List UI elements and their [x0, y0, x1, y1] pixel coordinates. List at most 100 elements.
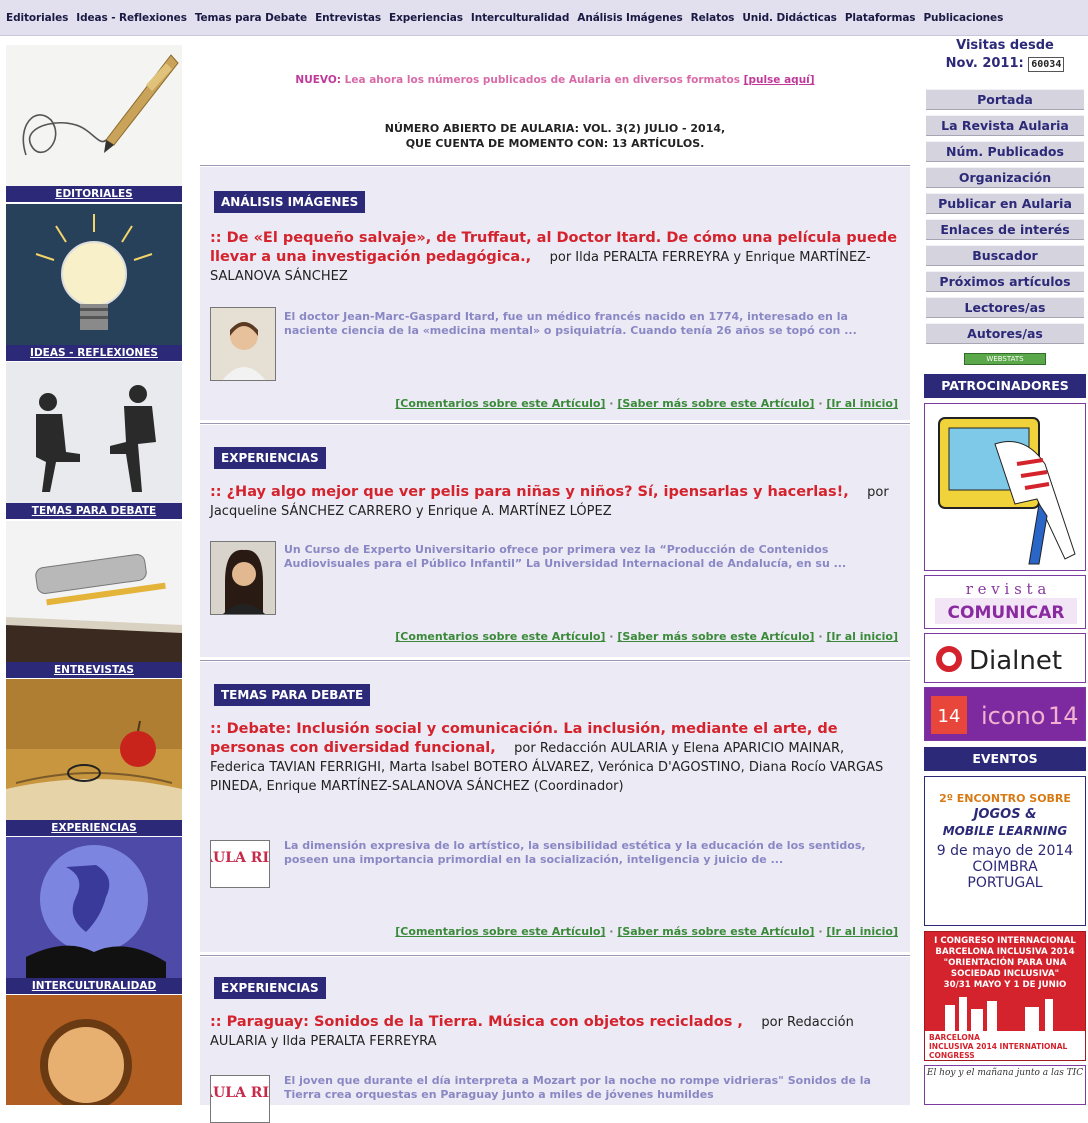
events-header: EVENTOS: [924, 747, 1086, 771]
globe-image: [6, 837, 182, 978]
article-card: TEMAS PARA DEBATE :: Debate: Inclusión s…: [200, 662, 910, 952]
back-to-top-link[interactable]: [Ir al inicio]: [826, 925, 898, 938]
back-to-top-link[interactable]: [Ir al inicio]: [826, 397, 898, 410]
event-barcelona[interactable]: I CONGRESO INTERNACIONAL BARCELONA INCLU…: [924, 931, 1086, 1061]
nav-relatos[interactable]: Relatos: [691, 12, 735, 24]
lightbulb-image: [6, 204, 182, 345]
more-info-link[interactable]: [Saber más sobre este Artículo]: [617, 397, 814, 410]
comments-link[interactable]: [Comentarios sobre este Artículo]: [395, 630, 605, 643]
promo-nuevo: NUEVO:: [295, 74, 341, 86]
left-item-label[interactable]: IDEAS - REFLEXIONES: [6, 345, 182, 361]
article-links: [Comentarios sobre este Artículo] · [Sab…: [395, 630, 898, 643]
issue-info: NÚMERO ABIERTO DE AULARIA: VOL. 3(2) JUL…: [200, 121, 910, 151]
books-apple-image: [6, 679, 182, 820]
article-card: EXPERIENCIAS :: Paraguay: Sonidos de la …: [200, 957, 910, 1123]
article-card: EXPERIENCIAS :: ¿Hay algo mejor que ver …: [200, 425, 910, 657]
icono14-sponsor[interactable]: 14 icono 14: [924, 687, 1086, 741]
left-item-entrevistas[interactable]: ENTREVISTAS: [6, 521, 182, 678]
article-category[interactable]: EXPERIENCIAS: [214, 447, 326, 469]
left-item-label[interactable]: EDITORIALES: [6, 186, 182, 202]
menu-publicar[interactable]: Publicar en Aularia: [926, 193, 1084, 214]
tv-child-sponsor[interactable]: [924, 403, 1086, 571]
svg-text:AULA RIA: AULA RIA: [211, 1085, 270, 1101]
menu-lectores[interactable]: Lectores/as: [926, 297, 1084, 318]
nav-experiencias[interactable]: Experiencias: [389, 12, 463, 24]
article-summary: El doctor Jean-Marc-Gaspard Itard, fue u…: [284, 310, 857, 337]
article-title[interactable]: :: Debate: Inclusión social y comunicaci…: [210, 720, 900, 796]
divider: [200, 660, 910, 661]
event-tic[interactable]: El hoy y el mañana junto a las TIC: [924, 1065, 1086, 1105]
magnifier-image: [6, 995, 182, 1105]
article-category[interactable]: TEMAS PARA DEBATE: [214, 684, 371, 706]
debate-image: [6, 362, 182, 503]
menu-organizacion[interactable]: Organización: [926, 167, 1084, 188]
nav-editoriales[interactable]: Editoriales: [6, 12, 68, 24]
left-item-temas[interactable]: TEMAS PARA DEBATE: [6, 362, 182, 519]
article-title[interactable]: :: Paraguay: Sonidos de la Tierra. Músic…: [210, 1013, 900, 1051]
more-info-link[interactable]: [Saber más sobre este Artículo]: [617, 925, 814, 938]
back-to-top-link[interactable]: [Ir al inicio]: [826, 630, 898, 643]
left-item-label[interactable]: ENTREVISTAS: [6, 662, 182, 678]
issue-line-1: NÚMERO ABIERTO DE AULARIA: VOL. 3(2) JUL…: [384, 122, 726, 135]
aularia-logo: AULA RIA: [210, 1075, 270, 1123]
nav-interculturalidad[interactable]: Interculturalidad: [471, 12, 569, 24]
svg-text:Dialnet: Dialnet: [969, 646, 1062, 676]
aularia-logo: AULA RIA: [210, 840, 270, 888]
menu-proximos[interactable]: Próximos artículos: [926, 271, 1084, 292]
menu-buscador[interactable]: Buscador: [926, 245, 1084, 266]
author-photo: [210, 541, 276, 615]
article-title[interactable]: :: ¿Hay algo mejor que ver pelis para ni…: [210, 483, 900, 521]
menu-autores[interactable]: Autores/as: [926, 323, 1084, 344]
comments-link[interactable]: [Comentarios sobre este Artículo]: [395, 397, 605, 410]
main-content: NUEVO: Lea ahora los números publicados …: [200, 37, 910, 1123]
nav-analisis-imagenes[interactable]: Análisis Imágenes: [577, 12, 682, 24]
nav-plataformas[interactable]: Plataformas: [845, 12, 916, 24]
left-item-label[interactable]: EXPERIENCIAS: [6, 820, 182, 836]
article-category[interactable]: EXPERIENCIAS: [214, 977, 326, 999]
nav-unid-didacticas[interactable]: Unid. Didácticas: [742, 12, 837, 24]
svg-text:icono: icono: [981, 702, 1045, 730]
more-info-link[interactable]: [Saber más sobre este Artículo]: [617, 630, 814, 643]
menu-enlaces[interactable]: Enlaces de interés: [926, 219, 1084, 240]
left-item-interculturalidad[interactable]: INTERCULTURALIDAD: [6, 837, 182, 994]
webstats-badge[interactable]: WEBSTATS: [964, 353, 1046, 365]
nav-ideas-reflexiones[interactable]: Ideas - Reflexiones: [76, 12, 187, 24]
recorder-image: [6, 521, 182, 662]
menu-revista[interactable]: La Revista Aularia: [926, 115, 1084, 136]
issue-line-2: QUE CUENTA DE MOMENTO CON: 13 ARTÍCULOS.: [405, 137, 705, 150]
left-item-magnifier[interactable]: [6, 995, 182, 1105]
svg-text:14: 14: [1048, 702, 1079, 730]
right-sidebar: Visitas desde Nov. 2011: 60034 Portada L…: [922, 37, 1088, 1105]
svg-text:14: 14: [938, 706, 961, 727]
comunicar-sponsor[interactable]: r e v i s t a COMUNICAR: [924, 575, 1086, 629]
nav-publicaciones[interactable]: Publicaciones: [923, 12, 1003, 24]
promo-link[interactable]: [pulse aquí]: [744, 74, 815, 86]
nav-temas-debate[interactable]: Temas para Debate: [195, 12, 307, 24]
left-sidebar: EDITORIALES IDEAS - REFLEXIONES TEMAS PA…: [0, 37, 190, 1105]
article-links: [Comentarios sobre este Artículo] · [Sab…: [395, 925, 898, 938]
svg-text:r e v i s t a: r e v i s t a: [966, 580, 1047, 598]
left-item-ideas[interactable]: IDEAS - REFLEXIONES: [6, 204, 182, 361]
svg-text:COMUNICAR: COMUNICAR: [948, 603, 1065, 623]
left-item-label[interactable]: INTERCULTURALIDAD: [6, 978, 182, 994]
menu-num-publicados[interactable]: Núm. Publicados: [926, 141, 1084, 162]
article-summary: El joven que durante el día interpreta a…: [284, 1074, 871, 1101]
divider: [200, 423, 910, 424]
left-item-experiencias[interactable]: EXPERIENCIAS: [6, 679, 182, 836]
left-item-label[interactable]: TEMAS PARA DEBATE: [6, 503, 182, 519]
menu-portada[interactable]: Portada: [926, 89, 1084, 110]
top-navigation: Editoriales Ideas - Reflexiones Temas pa…: [0, 0, 1088, 36]
nav-entrevistas[interactable]: Entrevistas: [315, 12, 381, 24]
visit-counter: Visitas desde Nov. 2011: 60034: [922, 37, 1088, 73]
sponsors-header: PATROCINADORES: [924, 374, 1086, 398]
dialnet-sponsor[interactable]: Dialnet: [924, 633, 1086, 683]
article-links: [Comentarios sobre este Artículo] · [Sab…: [395, 397, 898, 410]
divider: [200, 165, 910, 166]
pen-image: [6, 45, 182, 186]
article-card: ANÁLISIS IMÁGENES :: De «El pequeño salv…: [200, 167, 910, 420]
article-category[interactable]: ANÁLISIS IMÁGENES: [214, 191, 366, 213]
left-item-editoriales[interactable]: EDITORIALES: [6, 45, 182, 202]
comments-link[interactable]: [Comentarios sobre este Artículo]: [395, 925, 605, 938]
article-title[interactable]: :: De «El pequeño salvaje», de Truffaut,…: [210, 229, 900, 286]
event-jogos[interactable]: 2º ENCONTRO SOBRE JOGOS & MOBILE LEARNIN…: [924, 776, 1086, 926]
